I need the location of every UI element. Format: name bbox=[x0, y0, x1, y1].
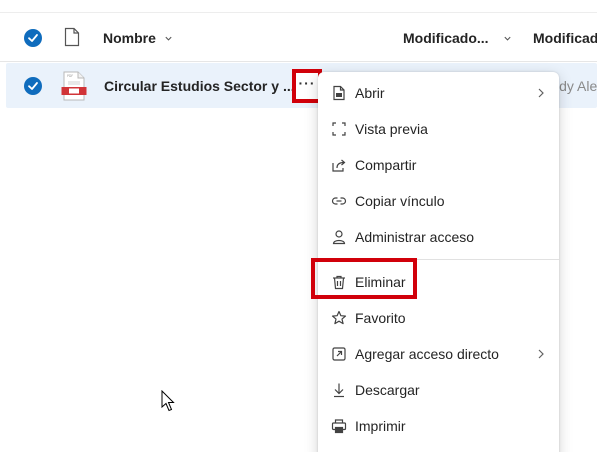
printer-icon bbox=[330, 417, 348, 435]
menu-item-label: Favorito bbox=[355, 310, 406, 326]
column-header-name-label: Nombre bbox=[103, 30, 156, 46]
column-header-name[interactable]: Nombre bbox=[103, 30, 173, 46]
menu-item-copy-link[interactable]: Copiar vínculo bbox=[318, 183, 559, 219]
menu-item-download[interactable]: Descargar bbox=[318, 372, 559, 408]
menu-item-add-shortcut[interactable]: Agregar acceso directo bbox=[318, 336, 559, 372]
chevron-right-icon bbox=[538, 349, 544, 359]
menu-item-print[interactable]: Imprimir bbox=[318, 408, 559, 444]
checkmark-icon bbox=[28, 82, 38, 90]
chevron-down-icon bbox=[165, 36, 172, 41]
person-icon bbox=[330, 228, 348, 246]
download-icon bbox=[330, 381, 348, 399]
select-all-checkbox[interactable] bbox=[24, 29, 42, 47]
column-header-modified-label: Modificado... bbox=[403, 30, 489, 46]
share-icon bbox=[330, 156, 348, 174]
menu-item-label: Agregar acceso directo bbox=[355, 346, 499, 362]
checkmark-icon bbox=[28, 34, 38, 42]
star-icon bbox=[330, 309, 348, 327]
link-icon bbox=[330, 192, 348, 210]
column-header-modified-by-label: Modificado bbox=[533, 30, 597, 46]
more-actions-label: ··· bbox=[298, 75, 316, 91]
menu-item-label: Vista previa bbox=[355, 121, 428, 137]
menu-item-label: Descargar bbox=[355, 382, 420, 398]
menu-item-manage-access[interactable]: Administrar acceso bbox=[318, 219, 559, 255]
preview-frame-icon bbox=[330, 120, 348, 138]
file-type-icon[interactable] bbox=[64, 27, 80, 47]
menu-item-share[interactable]: Compartir bbox=[318, 147, 559, 183]
menu-item-label: Administrar acceso bbox=[355, 229, 475, 245]
menu-item-open[interactable]: Abrir bbox=[318, 75, 559, 111]
column-header-modified[interactable]: Modificado... bbox=[403, 30, 512, 46]
column-header-modified-by[interactable]: Modificado bbox=[533, 30, 597, 46]
document-open-icon bbox=[330, 84, 348, 102]
menu-item-label: Abrir bbox=[355, 85, 385, 101]
menu-item-label: Compartir bbox=[355, 157, 417, 173]
shortcut-icon bbox=[330, 345, 348, 363]
menu-item-favorite[interactable]: Favorito bbox=[318, 300, 559, 336]
row-checkbox[interactable] bbox=[24, 77, 42, 95]
modified-by-value: ldy Ale bbox=[556, 78, 597, 94]
delete-highlight-box bbox=[311, 258, 417, 299]
pdf-file-icon: PDF bbox=[61, 71, 87, 101]
pdf-badge-text: PDF bbox=[67, 74, 73, 78]
menu-item-preview[interactable]: Vista previa bbox=[318, 111, 559, 147]
chevron-right-icon bbox=[538, 88, 544, 98]
menu-item-label: Imprimir bbox=[355, 418, 406, 434]
list-header: Nombre Modificado... Modificado bbox=[0, 12, 597, 62]
file-name[interactable]: Circular Estudios Sector y ... bbox=[104, 78, 295, 94]
chevron-down-icon bbox=[503, 36, 511, 41]
menu-item-label: Copiar vínculo bbox=[355, 193, 445, 209]
mouse-cursor-icon bbox=[161, 390, 175, 412]
